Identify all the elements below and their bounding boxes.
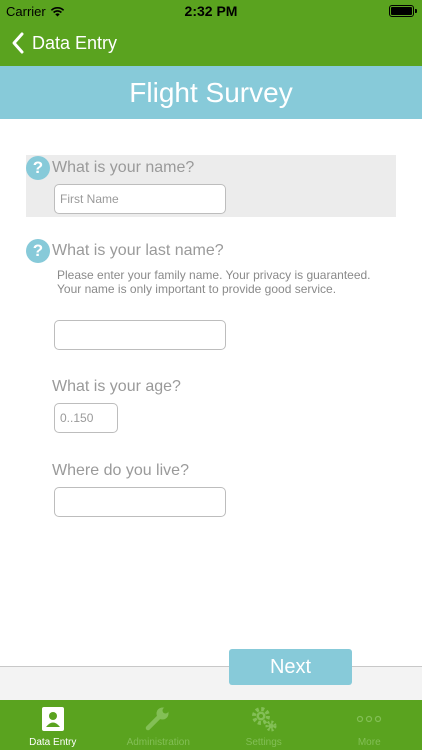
chevron-left-icon [12, 32, 24, 54]
age-input[interactable] [54, 403, 118, 433]
tab-label: Administration [126, 737, 190, 748]
last-name-input[interactable] [54, 320, 226, 350]
last-name-help-text: Please enter your family name. Your priv… [57, 268, 371, 296]
first-name-input[interactable] [54, 184, 226, 214]
tab-label: Settings [245, 737, 282, 748]
location-input[interactable] [54, 487, 226, 517]
help-icon[interactable]: ? [26, 239, 50, 263]
tab-bar: Data Entry Administration Settings More [0, 700, 422, 750]
tab-label: Data Entry [29, 737, 77, 748]
gear-icon [250, 705, 278, 733]
back-button[interactable]: Data Entry [10, 31, 117, 55]
location-question-label: Where do you live? [52, 462, 189, 479]
battery-icon [389, 5, 417, 17]
status-time: 2:32 PM [184, 3, 238, 19]
navigation-bar: Data Entry [0, 22, 422, 66]
help-icon[interactable]: ? [26, 156, 50, 180]
next-button[interactable]: Next [229, 649, 352, 685]
age-question-label: What is your age? [52, 378, 181, 395]
tab-data-entry[interactable]: Data Entry [0, 700, 106, 750]
name-question-label: What is your name? [52, 159, 195, 176]
bottom-toolbar [0, 667, 422, 700]
tab-label: More [357, 737, 381, 748]
tab-more[interactable]: More [317, 700, 422, 750]
page-title: Flight Survey [129, 76, 293, 108]
title-banner: Flight Survey [0, 66, 422, 119]
back-button-label: Data Entry [32, 32, 118, 53]
tab-administration[interactable]: Administration [106, 700, 212, 750]
more-dots-icon [355, 705, 383, 733]
contact-card-icon [39, 705, 67, 733]
wrench-icon [144, 705, 172, 733]
status-bar: Carrier 2:32 PM [0, 0, 422, 22]
tab-settings[interactable]: Settings [211, 700, 317, 750]
last-name-question-label: What is your last name? [52, 242, 224, 259]
